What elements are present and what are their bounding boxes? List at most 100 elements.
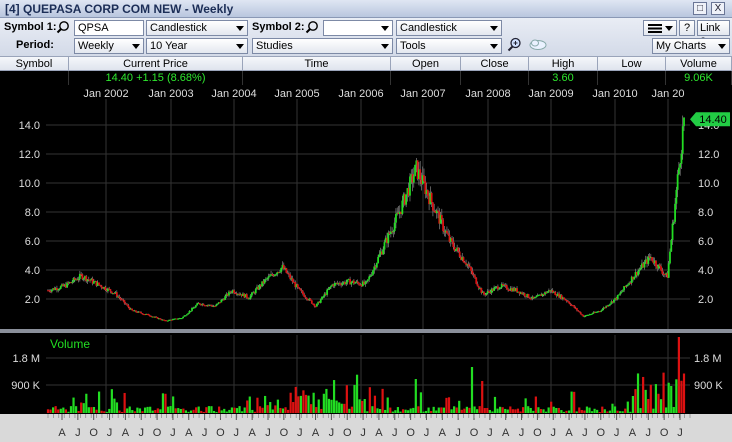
candle-body xyxy=(309,298,312,301)
volume-bar xyxy=(64,409,67,413)
close-button[interactable]: X xyxy=(711,2,725,15)
candle-body xyxy=(387,232,390,244)
volume-bar xyxy=(590,411,594,413)
zoom-icon[interactable] xyxy=(507,37,522,52)
month-tick-label: J xyxy=(550,427,556,439)
candle-body xyxy=(280,267,283,272)
volume-bar xyxy=(529,407,532,413)
volume-bar xyxy=(432,406,435,413)
chart-type1-select[interactable]: Candlestick xyxy=(146,20,248,36)
candle-body xyxy=(268,275,271,277)
y-tick-label-left: 10.0 xyxy=(19,178,40,190)
symbol1-input[interactable]: QPSA xyxy=(74,20,144,36)
candle-body xyxy=(377,256,380,264)
col-low[interactable]: Low xyxy=(598,57,666,71)
volume-bar xyxy=(391,411,394,413)
candle-body xyxy=(672,221,675,224)
candle-body xyxy=(202,303,205,306)
volume-bar xyxy=(269,402,272,413)
volume-bar xyxy=(483,408,486,413)
chart-type2-select[interactable]: Candlestick xyxy=(396,20,502,36)
volume-bar xyxy=(225,411,228,413)
candle-body xyxy=(131,308,134,311)
y-tick-label-right: 6.0 xyxy=(698,236,713,248)
help-button[interactable]: ? xyxy=(679,20,695,36)
volume-bar xyxy=(302,390,305,413)
volume-bar xyxy=(659,399,663,413)
col-close[interactable]: Close xyxy=(461,57,529,71)
y-tick-label-right: 10.0 xyxy=(698,178,719,190)
candle-body xyxy=(98,282,100,285)
period-value: Weekly xyxy=(78,40,114,52)
volume-bar xyxy=(504,408,507,413)
candle-body xyxy=(419,169,422,180)
y-tick-label-left: 6.0 xyxy=(25,236,40,248)
volume-bar xyxy=(407,410,410,413)
volume-bar xyxy=(488,409,491,413)
volume-bar xyxy=(138,408,142,413)
volume-bar xyxy=(652,408,655,413)
volume-bar xyxy=(85,393,88,413)
candle-body xyxy=(471,270,474,275)
search-icon[interactable] xyxy=(56,20,70,34)
volume-bar xyxy=(230,407,234,413)
volume-bar xyxy=(386,397,389,413)
candle-body xyxy=(633,276,636,280)
col-time[interactable]: Time xyxy=(243,57,391,71)
symbol2-input[interactable] xyxy=(323,20,393,36)
y-tick-label-right: 4.0 xyxy=(698,265,713,277)
x-tick-label: Jan 2004 xyxy=(211,88,256,100)
search-icon[interactable] xyxy=(305,20,319,34)
col-current-price[interactable]: Current Price xyxy=(69,57,243,71)
x-tick-label: Jan 2008 xyxy=(465,88,510,100)
candle-body xyxy=(345,282,348,285)
volume-bar xyxy=(248,396,251,413)
volume-bar xyxy=(179,408,182,413)
volume-bar xyxy=(606,411,609,413)
month-tick-label: J xyxy=(297,427,303,439)
candle-body xyxy=(104,286,107,291)
col-open[interactable]: Open xyxy=(391,57,461,71)
chart-type1-value: Candlestick xyxy=(150,22,207,34)
volume-bar xyxy=(368,387,371,413)
volume-bar xyxy=(340,403,343,413)
candle-body xyxy=(305,297,308,300)
tools-select[interactable]: Tools xyxy=(396,38,502,54)
candle-body xyxy=(245,294,248,298)
period-select[interactable]: Weekly xyxy=(74,38,144,54)
price-chart[interactable]: Jan 2002 Jan 2003 Jan 2004 Jan 2005 Jan 2006… xyxy=(0,85,732,442)
quote-volume: 9.06K xyxy=(666,71,732,85)
link-button[interactable]: Link 2 xyxy=(697,20,730,48)
volume-bar xyxy=(422,411,425,413)
studies-select[interactable]: Studies xyxy=(252,38,393,54)
col-high[interactable]: High xyxy=(529,57,598,71)
pane-divider[interactable] xyxy=(0,329,732,333)
my-charts-select[interactable]: My Charts xyxy=(652,38,730,54)
volume-bar xyxy=(473,406,476,413)
volume-bar xyxy=(126,408,129,413)
volume-bar xyxy=(649,384,652,413)
volume-bar xyxy=(113,398,116,413)
maximize-button[interactable]: □ xyxy=(693,2,707,15)
candle-body xyxy=(135,310,137,312)
candle-body xyxy=(299,288,302,291)
volume-bar xyxy=(567,410,571,413)
month-tick-label: O xyxy=(596,427,605,439)
candle-body xyxy=(119,297,122,300)
volume-bar xyxy=(547,407,550,413)
candle-body xyxy=(475,277,478,284)
volume-bar xyxy=(292,402,295,413)
cloud-icon[interactable] xyxy=(528,38,548,51)
col-volume[interactable]: Volume xyxy=(666,57,732,71)
range-select[interactable]: 10 Year xyxy=(146,38,248,54)
col-symbol[interactable]: Symbol xyxy=(0,57,69,71)
volume-bar xyxy=(133,411,136,413)
candle-body xyxy=(412,176,415,183)
volume-bar xyxy=(498,406,502,413)
candle-body xyxy=(59,286,62,289)
volume-bar xyxy=(212,410,216,413)
menu-select[interactable] xyxy=(643,20,677,36)
candle-body xyxy=(50,289,53,292)
month-tick-label: A xyxy=(375,427,383,439)
candle-body xyxy=(341,283,344,286)
